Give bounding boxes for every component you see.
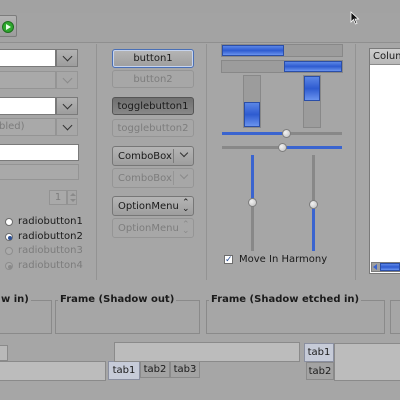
combo-arrow-3[interactable] (56, 97, 78, 115)
tree-column-header[interactable]: Colum (370, 49, 400, 65)
radio-label: radiobutton2 (18, 231, 83, 242)
progressbar-horizontal-2 (221, 60, 343, 73)
notebook-1-top-panel (114, 342, 300, 362)
hscale-fill (222, 132, 286, 135)
combo-entry-1[interactable] (0, 49, 56, 67)
updown-icon: ⌃ ⌄ (182, 220, 190, 236)
checkmark-icon[interactable]: ✓ (224, 255, 233, 265)
hscale-fill (282, 146, 342, 149)
notebook-1-tab-2[interactable]: tab2 (140, 361, 170, 378)
chevron-down-icon (62, 99, 72, 109)
radiobutton-3-disabled: radiobutton3 (5, 245, 90, 257)
column-separator (206, 44, 207, 280)
chevron-down-icon (179, 170, 189, 180)
notebook-1-tab-3[interactable]: tab3 (170, 361, 200, 378)
text-entry-disabled (0, 164, 79, 180)
column-separator (355, 44, 356, 280)
hscale-knob[interactable] (278, 143, 287, 152)
frame-partial (390, 300, 400, 334)
radio-indicator (5, 247, 13, 255)
vscale-1[interactable] (248, 155, 257, 251)
frame-shadow-out: Frame (Shadow out) (55, 294, 200, 334)
radio-label: radiobutton1 (18, 216, 83, 227)
progressbar-vertical-2 (303, 75, 321, 128)
chevron-down-icon (62, 51, 72, 61)
togglebutton1[interactable]: togglebutton1 (112, 97, 194, 115)
notebook-left-panel (0, 345, 8, 361)
frame-shadow-etched-in: Frame (Shadow etched in) (206, 294, 385, 334)
hscale-2[interactable] (222, 143, 342, 152)
radiobutton-1[interactable]: radiobutton1 (5, 216, 90, 228)
button1[interactable]: button1 (112, 49, 194, 68)
hscale-1[interactable] (222, 129, 342, 138)
combobox-1[interactable]: ComboBox (112, 146, 194, 166)
spin-entry-disabled: 1 (49, 190, 67, 205)
horizontal-scrollbar[interactable] (371, 262, 400, 272)
chevron-down-icon (62, 120, 72, 130)
radio-indicator[interactable] (5, 218, 13, 226)
radio-indicator[interactable] (5, 233, 13, 241)
scrollbar-thumb[interactable] (380, 263, 400, 271)
optionmenu-1[interactable]: OptionMenu ⌃ ⌄ (112, 196, 194, 216)
combo-entry-4-disabled: bled) (0, 118, 56, 136)
spin-arrows-disabled (67, 190, 77, 205)
hscale-knob[interactable] (282, 129, 291, 138)
tree-view[interactable]: Colum (369, 48, 400, 274)
notebook-2-tab-1[interactable]: tab1 (304, 343, 334, 362)
notebook-2-page (334, 343, 400, 381)
play-icon (2, 21, 14, 33)
vscale-fill (251, 155, 254, 202)
combobox-divider (173, 149, 174, 163)
radiobutton-2[interactable]: radiobutton2 (5, 231, 90, 243)
radio-label: radiobutton3 (18, 245, 83, 256)
column-separator (96, 44, 97, 280)
title-bar (0, 0, 400, 13)
notebook-1-tab-1[interactable]: tab1 (108, 361, 140, 380)
mouse-pointer-icon (350, 11, 360, 25)
button2-disabled: button2 (112, 70, 194, 88)
move-in-harmony-checkbox[interactable]: ✓ Move In Harmony (224, 254, 344, 267)
checkbox-label: Move In Harmony (239, 254, 328, 265)
vscale-fill (312, 203, 315, 251)
progressbar-fill (284, 61, 342, 72)
togglebutton2-disabled: togglebutton2 (112, 119, 194, 137)
combobox-divider (173, 171, 174, 185)
radio-label: radiobutton4 (18, 260, 83, 271)
combo-entry-4-text: bled) (0, 121, 25, 132)
vscale-2[interactable] (309, 155, 318, 251)
optionmenu-2-disabled: OptionMenu ⌃ ⌄ (112, 218, 194, 238)
progressbar-horizontal-1 (221, 44, 343, 57)
combo-arrow-2-disabled (56, 71, 78, 89)
progressbar-fill (304, 76, 320, 101)
frame-shadow-in: w in) (0, 294, 52, 334)
radiobutton-4-disabled: radiobutton4 (5, 260, 90, 272)
combo-arrow-1[interactable] (56, 49, 78, 67)
combo-arrow-4-disabled (56, 118, 78, 136)
run-button[interactable] (0, 15, 17, 37)
arrow-up-icon (70, 193, 76, 196)
vscale-knob[interactable] (309, 200, 318, 209)
text-entry[interactable] (0, 144, 79, 161)
notebook-1-page (0, 361, 106, 381)
progressbar-vertical-1 (243, 75, 261, 128)
notebook-2-tab-2[interactable]: tab2 (306, 362, 334, 380)
progressbar-fill (222, 45, 284, 56)
toolbar (0, 13, 400, 43)
updown-icon: ⌃ ⌄ (182, 198, 190, 214)
combo-entry-2-disabled (0, 71, 56, 89)
arrow-down-icon (70, 199, 76, 202)
vscale-knob[interactable] (248, 198, 257, 207)
progressbar-fill (244, 102, 260, 127)
chevron-down-icon (179, 148, 189, 158)
combobox-2-disabled: ComboBox (112, 168, 194, 188)
arrow-left-icon[interactable] (373, 264, 377, 270)
combo-entry-3[interactable] (0, 97, 56, 115)
radio-indicator (5, 262, 13, 270)
chevron-down-icon (62, 73, 72, 83)
